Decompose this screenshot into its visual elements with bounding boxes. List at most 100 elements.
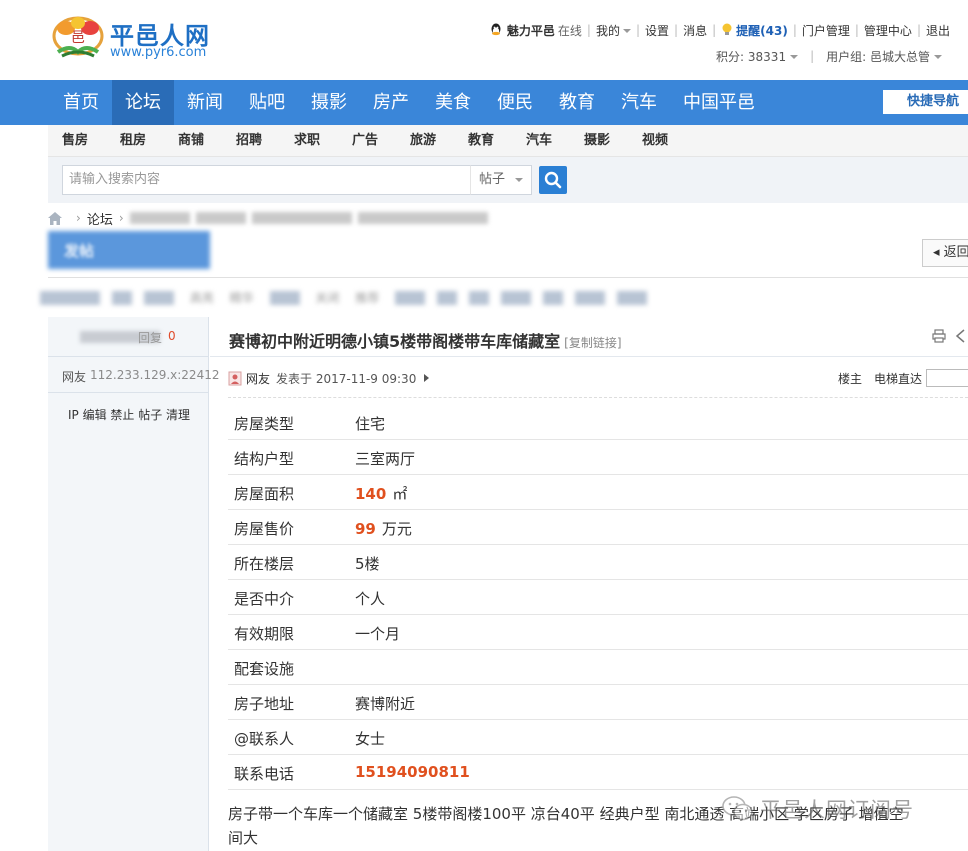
- subnav-item-shop[interactable]: 商铺: [178, 125, 236, 157]
- nav-item-news[interactable]: 新闻: [174, 80, 236, 125]
- print-icon[interactable]: [932, 329, 946, 343]
- info-key: 是否中介: [234, 590, 295, 608]
- strip-label: 高亮: [189, 291, 214, 305]
- phone-value: 15194090811: [355, 763, 470, 781]
- nav-item-photo[interactable]: 摄影: [298, 80, 360, 125]
- prev-thread-icon[interactable]: [954, 329, 966, 343]
- nav-item-education[interactable]: 教育: [546, 80, 608, 125]
- my-menu[interactable]: 我的: [596, 22, 631, 39]
- search-icon: [544, 171, 562, 189]
- sub-nav: 售房 租房 商铺 招聘 求职 广告 旅游 教育 汽车 摄影 视频: [48, 125, 968, 157]
- nav-item-china-pingyi[interactable]: 中国平邑: [670, 80, 768, 125]
- post-title: 赛博初中附近明德小镇5楼带阁楼带车库储藏室 [复制链接]: [229, 328, 622, 352]
- subnav-item-sell[interactable]: 售房: [62, 125, 120, 157]
- online-status: 在线: [557, 23, 582, 38]
- nav-item-home[interactable]: 首页: [50, 80, 112, 125]
- chevron-down-icon: [934, 55, 942, 59]
- reply-count: 0: [168, 329, 176, 343]
- nav-item-realestate[interactable]: 房产: [360, 80, 422, 125]
- table-row: 房屋面积 140 ㎡: [228, 475, 968, 510]
- home-icon[interactable]: [48, 211, 62, 225]
- copy-link-button[interactable]: [复制链接]: [564, 336, 621, 350]
- subnav-item-video[interactable]: 视频: [642, 125, 700, 157]
- messages-link[interactable]: 消息: [683, 22, 707, 39]
- search-type-select[interactable]: 帖子: [470, 165, 532, 195]
- subnav-item-rent[interactable]: 租房: [120, 125, 178, 157]
- info-value-wrap: 140 ㎡: [355, 483, 407, 504]
- divider: [228, 397, 968, 398]
- breadcrumb-forum[interactable]: 论坛: [87, 209, 113, 228]
- site-logo[interactable]: 邑 平邑人网 www.pyr6.com: [50, 14, 240, 66]
- portal-admin-link[interactable]: 门户管理: [802, 22, 850, 39]
- subnav-item-hiring[interactable]: 招聘: [236, 125, 294, 157]
- username-link[interactable]: 魅力平邑: [507, 22, 555, 39]
- subnav-item-ads[interactable]: 广告: [352, 125, 410, 157]
- my-menu-label: 我的: [595, 23, 620, 38]
- area-unit: ㎡: [392, 485, 408, 503]
- user-group-label: 用户组: 邑城大总管: [826, 49, 930, 64]
- table-row: 房屋售价 99 万元: [228, 510, 968, 545]
- settings-link[interactable]: 设置: [645, 22, 669, 39]
- svg-text:邑: 邑: [71, 30, 85, 46]
- divider: [48, 277, 968, 278]
- info-value: 5楼: [355, 555, 380, 573]
- area-value: 140: [355, 485, 387, 503]
- admin-center-link[interactable]: 管理中心: [864, 22, 912, 39]
- table-row: 房子地址 赛博附近: [228, 685, 968, 720]
- subnav-item-auto[interactable]: 汽车: [526, 125, 584, 157]
- new-post-label: 发帖: [64, 242, 95, 260]
- admin-actions[interactable]: IP 编辑 禁止 帖子 清理: [68, 406, 190, 423]
- info-key: 配套设施: [234, 660, 295, 678]
- table-row: 结构户型 三室两厅: [228, 440, 968, 475]
- price-value: 99: [355, 520, 376, 538]
- table-row: 配套设施: [228, 650, 968, 685]
- subnav-item-travel[interactable]: 旅游: [410, 125, 468, 157]
- back-button[interactable]: ◂ 返回: [922, 239, 968, 267]
- table-row: 有效期限 一个月: [228, 615, 968, 650]
- author-ip: 112.233.129.x:22412: [90, 368, 220, 382]
- info-key: 所在楼层: [234, 555, 295, 573]
- nav-item-services[interactable]: 便民: [484, 80, 546, 125]
- post-author-sidebar: 回复 0 网友 112.233.129.x:22412 IP 编辑 禁止 帖子 …: [48, 317, 219, 851]
- subnav-item-education[interactable]: 教育: [468, 125, 526, 157]
- author-name[interactable]: 网友: [62, 368, 86, 385]
- points-label: 积分: 38331: [716, 49, 787, 64]
- breadcrumb-redacted: [129, 212, 190, 224]
- remind-link[interactable]: 提醒(43): [736, 22, 788, 39]
- user-group-menu[interactable]: 用户组: 邑城大总管: [826, 48, 942, 65]
- breadcrumb-redacted: [195, 212, 246, 224]
- nav-item-forum[interactable]: 论坛: [112, 80, 174, 125]
- post-date: 发表于 2017-11-9 09:30: [276, 371, 417, 386]
- search-button[interactable]: [539, 166, 567, 194]
- site-header: 邑 平邑人网 www.pyr6.com 魅力平邑 在线 | 我的 | 设置 | …: [0, 0, 968, 80]
- post-body-line: 间大: [228, 829, 259, 847]
- post-author[interactable]: 网友: [246, 370, 270, 387]
- subnav-item-photo[interactable]: 摄影: [584, 125, 642, 157]
- info-key: 结构户型: [234, 450, 295, 468]
- info-value: 住宅: [355, 415, 386, 433]
- info-value: 三室两厅: [355, 450, 416, 468]
- user-stats: 积分: 38331 | 用户组: 邑城大总管: [716, 47, 942, 65]
- info-key: 房屋类型: [234, 415, 295, 433]
- subnav-item-jobseek[interactable]: 求职: [294, 125, 352, 157]
- breadcrumb: › 论坛 ›: [48, 207, 494, 229]
- table-row: 所在楼层 5楼: [228, 545, 968, 580]
- back-label: 返回: [943, 245, 968, 260]
- search-input[interactable]: 请输入搜索内容: [62, 165, 472, 195]
- breadcrumb-redacted: [251, 212, 352, 224]
- play-icon[interactable]: [424, 374, 430, 382]
- strip-label: 关闭: [315, 291, 340, 305]
- nav-item-auto[interactable]: 汽车: [608, 80, 670, 125]
- info-value: 个人: [355, 590, 386, 608]
- info-key: 房屋面积: [234, 485, 295, 503]
- nav-item-food[interactable]: 美食: [422, 80, 484, 125]
- nav-item-tieba[interactable]: 贴吧: [236, 80, 298, 125]
- quick-nav-button[interactable]: 快捷导航: [883, 90, 968, 114]
- logout-link[interactable]: 退出: [926, 22, 950, 39]
- floor-jump-input[interactable]: [926, 369, 968, 387]
- view-reply-stats: 回复 0: [48, 317, 208, 357]
- chevron-down-icon: [622, 29, 631, 33]
- info-value-wrap: 99 万元: [355, 518, 412, 539]
- breadcrumb-separator: ›: [76, 211, 81, 225]
- points-menu[interactable]: 积分: 38331: [716, 48, 799, 65]
